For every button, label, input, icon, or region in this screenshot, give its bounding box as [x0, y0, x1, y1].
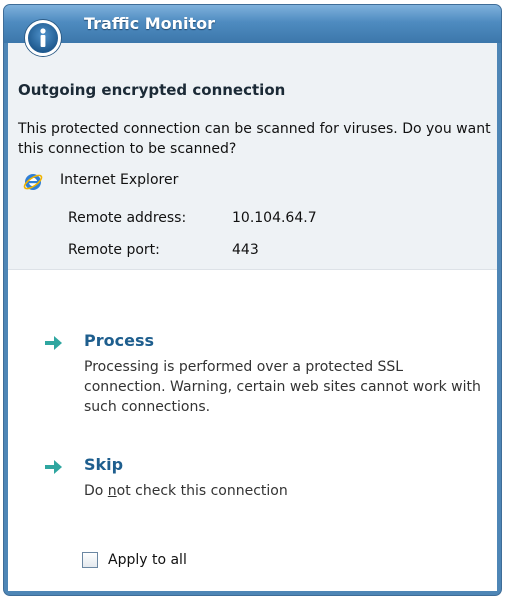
- remote-address-value: 10.104.64.7: [232, 210, 317, 226]
- connection-heading: Outgoing encrypted connection: [18, 81, 286, 99]
- traffic-monitor-window: Traffic Monitor Outgoing encrypted conne…: [3, 4, 502, 596]
- title-bar[interactable]: Traffic Monitor: [4, 5, 501, 43]
- internet-explorer-icon: [22, 171, 44, 193]
- skip-description-mnemonic: n: [107, 483, 117, 499]
- remote-address-label: Remote address:: [68, 210, 187, 226]
- process-option[interactable]: Process Processing is performed over a p…: [44, 331, 481, 421]
- application-name: Internet Explorer: [60, 172, 179, 188]
- skip-option[interactable]: Skip Do not check this connection: [44, 455, 464, 505]
- apply-to-all-checkbox[interactable]: [82, 552, 98, 568]
- connection-info-panel: Outgoing encrypted connection This prote…: [8, 43, 497, 270]
- skip-description-post: ot check this connection: [116, 483, 288, 499]
- skip-description-pre: Do: [84, 483, 108, 499]
- arrow-right-icon: [44, 459, 64, 475]
- skip-option-title[interactable]: Skip: [84, 455, 123, 474]
- skip-option-description: Do not check this connection: [84, 481, 484, 501]
- process-option-title[interactable]: Process: [84, 331, 154, 350]
- connection-description: This protected connection can be scanned…: [18, 121, 491, 157]
- window-title: Traffic Monitor: [84, 14, 216, 33]
- apply-to-all-label[interactable]: Apply to all: [108, 552, 187, 568]
- process-option-description: Processing is performed over a protected…: [84, 359, 481, 415]
- remote-port-value: 443: [232, 242, 259, 258]
- dialog-body: Outgoing encrypted connection This prote…: [8, 43, 497, 591]
- arrow-right-icon: [44, 335, 64, 351]
- remote-port-label: Remote port:: [68, 242, 160, 258]
- info-icon: [25, 20, 61, 56]
